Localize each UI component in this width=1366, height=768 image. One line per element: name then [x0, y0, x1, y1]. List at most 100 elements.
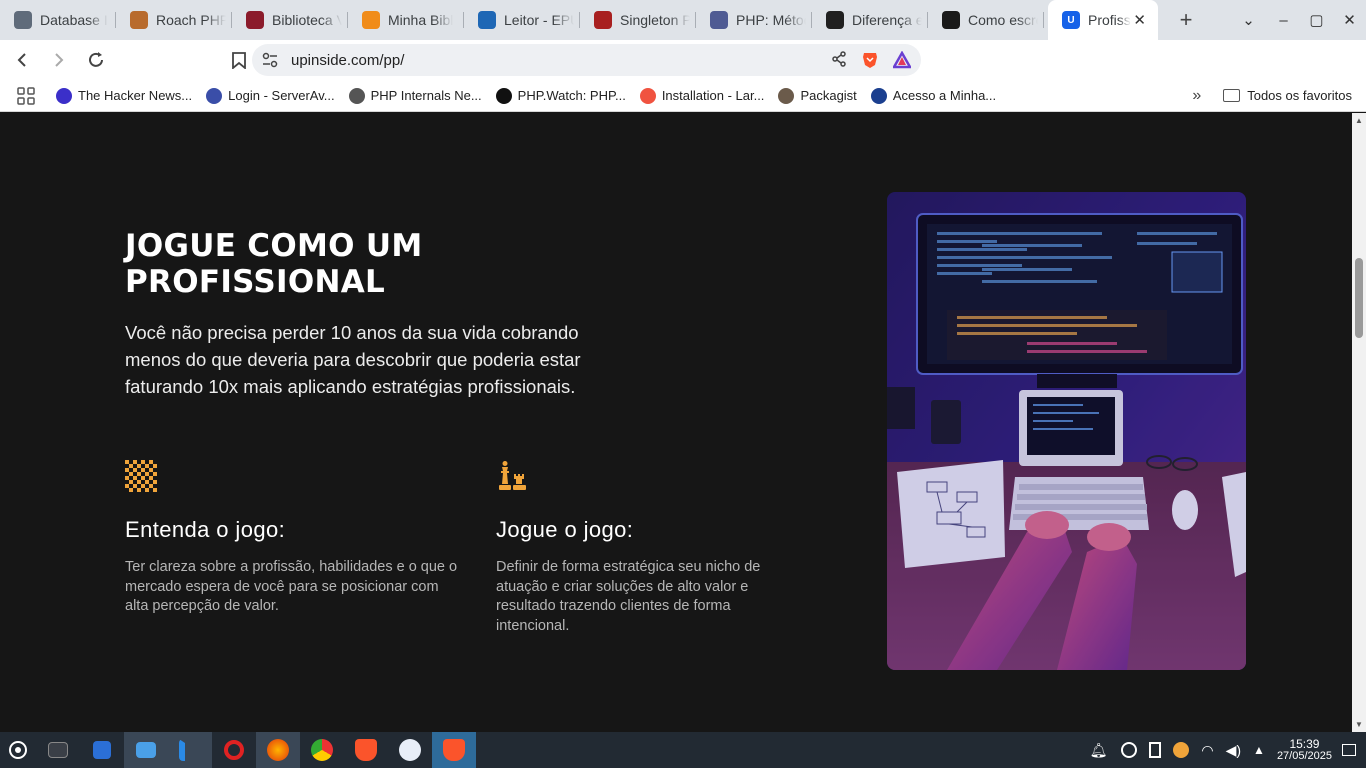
bookmark-favicon-icon [870, 87, 887, 104]
taskbar: 🔔︎ ◠ ◀) ▲ 15:39 27/05/2025 [0, 732, 1366, 768]
bookmark-favicon-icon [495, 87, 512, 104]
bookmark-favicon-icon [348, 87, 365, 104]
tab[interactable]: Minha Bibl [348, 0, 464, 40]
tab-favicon-icon [942, 11, 960, 29]
window-controls: ⌄ – ▢ ✕ [1232, 0, 1366, 40]
forward-icon[interactable] [44, 45, 74, 75]
tab[interactable]: Biblioteca V [232, 0, 348, 40]
bookmark-item[interactable]: Packagist [771, 82, 863, 110]
tab[interactable]: Diferença e [812, 0, 928, 40]
bookmark-label: Acesso a Minha... [892, 88, 997, 103]
minimize-icon[interactable]: – [1267, 12, 1300, 29]
brave-shields-icon[interactable] [861, 51, 879, 69]
wifi-icon[interactable]: ◠ [1201, 742, 1213, 759]
bookmark-favicon-icon [56, 87, 72, 104]
feature-text: Definir de forma estratégica seu nicho d… [496, 559, 761, 634]
bookmark-item[interactable]: PHP Internals Ne... [342, 82, 489, 110]
notifications-bell-icon[interactable]: 🔔︎ [1090, 742, 1108, 759]
weather-icon[interactable] [1173, 742, 1190, 758]
tab[interactable]: Como escre [928, 0, 1044, 40]
scroll-down-icon[interactable]: ▼ [1355, 720, 1363, 729]
brave-app-icon[interactable] [344, 732, 388, 768]
bookmark-item[interactable]: PHP.Watch: PHP... [489, 82, 633, 110]
tab-search-icon[interactable]: ⌄ [1232, 11, 1265, 29]
all-bookmarks-label: Todos os favoritos [1247, 88, 1352, 103]
new-tab-button[interactable]: + [1168, 7, 1204, 33]
tab-title: Diferença e [852, 12, 922, 28]
vscode-app-icon[interactable] [168, 732, 212, 768]
tab-strip: Database I Roach PHP Biblioteca V Minha Bib… [0, 0, 1366, 40]
tab[interactable]: PHP: Métod [696, 0, 812, 40]
tab[interactable]: Singleton P [580, 0, 696, 40]
folder-icon [1223, 89, 1241, 102]
brave-rewards-icon[interactable] [893, 51, 911, 69]
bookmark-icon[interactable] [224, 45, 254, 75]
brave-active-app-icon[interactable] [432, 732, 476, 768]
tab[interactable]: Database I [0, 0, 116, 40]
terminal-app-icon[interactable] [36, 732, 80, 768]
tray-expand-icon[interactable]: ▲ [1253, 743, 1265, 757]
tab-title: Singleton P [620, 12, 690, 28]
scroll-up-icon[interactable]: ▲ [1355, 116, 1363, 125]
bookmark-label: PHP.Watch: PHP... [517, 88, 626, 103]
feature-title: Jogue o jogo: [496, 517, 634, 542]
store-app-icon[interactable] [80, 732, 124, 768]
heading-line-2: PROFISSIONAL [125, 264, 386, 300]
chess-pieces-icon [499, 461, 526, 490]
tab-separator [1043, 12, 1044, 28]
tab-active[interactable]: U Profiss ✕ [1048, 0, 1158, 40]
site-info-icon[interactable] [262, 52, 278, 68]
tab-favicon-icon [594, 11, 612, 29]
page-content: JOGUE COMO UM PROFISSIONAL Você não prec… [0, 113, 1352, 732]
tab-title: Leitor - EPU [504, 12, 574, 28]
tab-favicon-icon [710, 11, 728, 29]
close-tab-icon[interactable]: ✕ [1133, 11, 1146, 29]
back-icon[interactable] [7, 45, 37, 75]
tab-title: Minha Bibl [388, 12, 454, 28]
bookmark-item[interactable]: The Hacker News... [49, 82, 199, 110]
address-bar[interactable]: upinside.com/pp/ [252, 44, 921, 76]
system-tray: 🔔︎ ◠ ◀) ▲ 15:39 27/05/2025 [1082, 732, 1366, 768]
reload-icon[interactable] [81, 45, 111, 75]
update-icon[interactable] [1121, 742, 1138, 758]
share-icon[interactable] [831, 51, 847, 67]
bookmark-item[interactable]: Acesso a Minha... [864, 82, 1003, 110]
bookmark-label: PHP Internals Ne... [370, 88, 482, 103]
feature-understand: Entenda o jogo: Ter clareza sobre a prof… [125, 460, 465, 617]
tab-title: Profiss [1088, 12, 1131, 28]
page-scrollbar[interactable]: ▲ ▼ [1352, 113, 1366, 732]
all-bookmarks-folder[interactable]: Todos os favoritos [1216, 82, 1366, 110]
tab-favicon-icon [246, 11, 264, 29]
scrollbar-thumb[interactable] [1355, 258, 1363, 338]
volume-icon[interactable]: ◀) [1226, 742, 1241, 759]
tab[interactable]: Roach PHP [116, 0, 232, 40]
firefox-app-icon[interactable] [256, 732, 300, 768]
appstore-app-icon[interactable] [388, 732, 432, 768]
tab[interactable]: Leitor - EPU [464, 0, 580, 40]
bookmark-item[interactable]: Installation - Lar... [633, 82, 772, 110]
tab-title: Biblioteca V [272, 12, 342, 28]
bookmark-label: Installation - Lar... [661, 88, 765, 103]
feature-text: Ter clareza sobre a profissão, habilidad… [125, 559, 458, 614]
clock-date: 27/05/2025 [1276, 750, 1332, 762]
tab-title: Como escre [968, 12, 1038, 28]
page-heading: JOGUE COMO UM PROFISSIONAL [125, 228, 545, 300]
maximize-icon[interactable]: ▢ [1300, 11, 1333, 29]
show-desktop-icon[interactable] [1342, 744, 1356, 756]
more-bookmarks-icon[interactable]: » [1185, 82, 1208, 110]
checkerboard-icon [125, 460, 157, 492]
start-menu-icon[interactable] [0, 732, 36, 768]
opera-app-icon[interactable] [212, 732, 256, 768]
feature-play: Jogue o jogo: Definir de forma estratégi… [496, 460, 806, 636]
close-window-icon[interactable]: ✕ [1333, 11, 1366, 29]
clock-time: 15:39 [1289, 737, 1320, 751]
clock[interactable]: 15:39 27/05/2025 [1277, 738, 1332, 762]
clipboard-icon[interactable] [1149, 742, 1162, 758]
tab-title: Roach PHP [156, 12, 226, 28]
files-app-icon[interactable] [124, 732, 168, 768]
apps-grid-icon[interactable] [0, 82, 49, 110]
bookmark-item[interactable]: Login - ServerAv... [199, 82, 341, 110]
tab-favicon-icon [14, 11, 32, 29]
tab-favicon-icon [826, 11, 844, 29]
chrome-app-icon[interactable] [300, 732, 344, 768]
